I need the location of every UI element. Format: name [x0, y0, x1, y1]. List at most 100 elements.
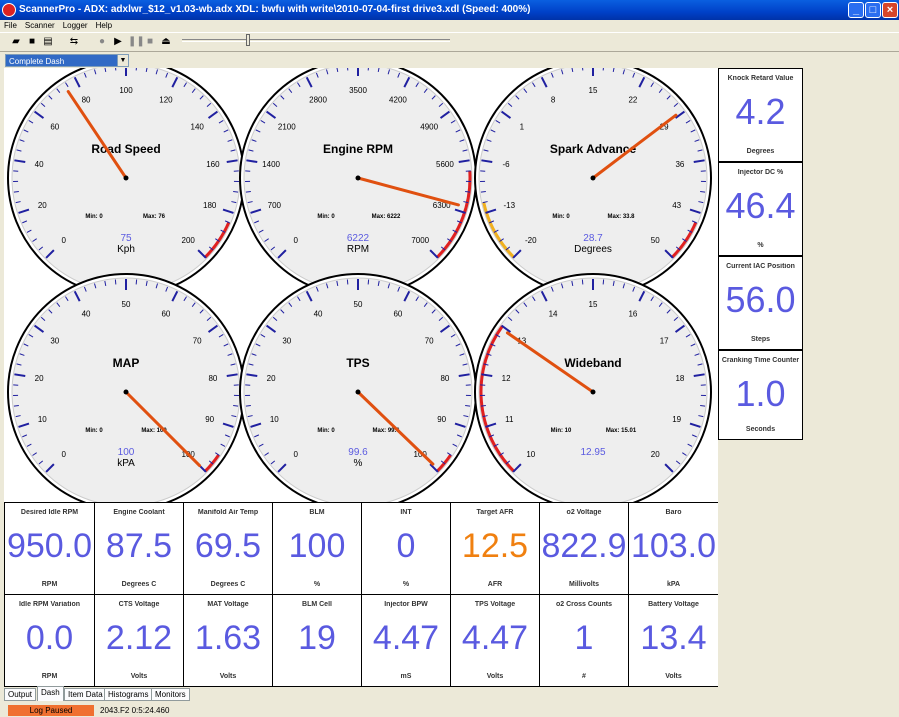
panel-value: 13.4 — [640, 619, 707, 657]
readout-panel: Battery Voltage 13.4 Volts — [628, 594, 719, 687]
panel-value: 46.4 — [725, 185, 796, 226]
panel-value: 0 — [396, 527, 416, 565]
panel-title: Engine Coolant — [113, 509, 165, 516]
panel-title: CTS Voltage — [118, 601, 160, 608]
gauge-tick — [465, 405, 471, 407]
gauge-title: TPS — [346, 356, 369, 370]
panel-title: Current IAC Position — [726, 263, 795, 270]
tab-monitors[interactable]: Monitors — [151, 688, 190, 701]
panel-unit: AFR — [487, 581, 503, 588]
tick-label: 10 — [38, 415, 47, 424]
chevron-down-icon[interactable]: ▼ — [117, 55, 128, 66]
playback-slider-track[interactable] — [182, 39, 450, 42]
readout-panel: Manifold Air Temp 69.5 Degrees C — [183, 502, 273, 595]
needle-hub — [123, 389, 129, 395]
tick-label: 140 — [191, 122, 205, 131]
gauge-max: Max: 6222 — [372, 214, 401, 220]
tick-label: 0 — [62, 236, 67, 245]
tick-label: 160 — [206, 160, 220, 169]
panel-unit: # — [582, 673, 586, 680]
panel-title: Baro — [665, 509, 682, 516]
tick-label: 4200 — [389, 96, 407, 105]
panel-unit: mS — [400, 673, 412, 680]
panel-title: MAT Voltage — [207, 601, 249, 608]
close-button[interactable]: × — [882, 2, 898, 18]
tick-label: 0 — [62, 450, 67, 459]
panel-unit: Degrees C — [121, 581, 157, 588]
panel-title: o2 Voltage — [566, 509, 602, 516]
side-panel-strip: Knock Retard Value 4.2 Degrees Injector DC … — [718, 68, 899, 688]
menu-file[interactable]: File — [0, 20, 21, 32]
panel-unit: Seconds — [745, 426, 776, 433]
dash-selector[interactable]: Complete Dash ▼ — [5, 54, 129, 67]
tick-label: 12 — [502, 374, 511, 383]
stop-icon[interactable]: ■ — [144, 36, 156, 48]
gauge-unit: % — [354, 458, 363, 469]
tab-output[interactable]: Output — [4, 688, 37, 701]
gauge-min: Min: 10 — [551, 428, 572, 434]
panel-value: 1.63 — [194, 619, 262, 657]
open-icon[interactable]: ▰ — [10, 36, 22, 48]
tick-label: 14 — [549, 310, 558, 319]
readout-panel: CTS Voltage 2.12 Volts — [94, 594, 184, 687]
tick-label: 5600 — [436, 160, 454, 169]
panel-unit: RPM — [41, 673, 58, 680]
tick-label: 90 — [437, 415, 446, 424]
panel-value: 87.5 — [105, 527, 173, 565]
tab-item-data[interactable]: Item Data — [64, 688, 107, 701]
panel-unit: Millivolts — [569, 581, 599, 588]
panel-value: 2.12 — [105, 619, 173, 657]
tick-label: 700 — [268, 201, 282, 210]
dash-selector-value: Complete Dash — [9, 57, 65, 66]
maximize-button[interactable]: □ — [865, 2, 881, 18]
panel-unit: Volts — [486, 673, 504, 680]
panel-title: Manifold Air Temp — [197, 509, 259, 516]
panel-unit: Volts — [130, 673, 148, 680]
export-icon[interactable]: ▤ — [42, 36, 54, 48]
tab-dash[interactable]: Dash — [37, 686, 64, 701]
readout-panel: Idle RPM Variation 0.0 RPM — [4, 594, 95, 687]
panel-title: Idle RPM Variation — [18, 601, 81, 608]
readout-panel: TPS Voltage 4.47 Volts — [450, 594, 540, 687]
menu-scanner[interactable]: Scanner — [21, 20, 59, 32]
menu-help[interactable]: Help — [92, 20, 116, 32]
gauge-unit: RPM — [347, 244, 369, 255]
gauge-value: 12.95 — [580, 447, 605, 458]
panel-title: Battery Voltage — [648, 601, 699, 608]
minimize-button[interactable]: _ — [848, 2, 864, 18]
gauge-tick — [245, 191, 251, 193]
pause-icon[interactable]: ❚❚ — [128, 36, 145, 48]
tick-label: 10 — [526, 450, 535, 459]
tab-histograms[interactable]: Histograms — [104, 688, 153, 701]
play-icon[interactable]: ▶ — [112, 36, 124, 48]
title-bar[interactable]: ScannerPro - ADX: adxlwr_$12_v1.03-wb.ad… — [0, 0, 899, 20]
panel-value: 0.0 — [25, 619, 74, 657]
panel-unit: kPA — [666, 581, 681, 588]
gauge-tick — [480, 405, 486, 407]
eject-icon[interactable]: ⏏ — [160, 36, 172, 48]
gauge-min: Min: 0 — [85, 214, 103, 220]
tick-label: -6 — [503, 160, 511, 169]
gauge-title: Engine RPM — [323, 142, 393, 156]
panel-value: 4.47 — [461, 619, 529, 657]
connect-icon[interactable]: ⇆ — [68, 36, 80, 48]
gauge-max: Max: 15.01 — [606, 428, 637, 434]
gauge-max: Max: 76 — [143, 214, 166, 220]
tick-label: 100 — [119, 86, 133, 95]
tick-label: 10 — [270, 415, 279, 424]
tick-label: 1400 — [262, 160, 280, 169]
gauge-min: Min: 0 — [317, 428, 335, 434]
gauge-min: Min: 0 — [317, 214, 335, 220]
tick-label: 0 — [294, 450, 299, 459]
needle-hub — [355, 175, 361, 181]
dash-area: 0 20 40 60 80 100 120 140 160 180 200 Road Speed Min… — [4, 68, 719, 687]
panel-value: 12.5 — [461, 527, 529, 565]
save-icon[interactable]: ■ — [26, 36, 38, 48]
tick-label: 20 — [35, 374, 44, 383]
tick-label: 4900 — [420, 122, 438, 131]
record-icon[interactable]: ● — [96, 36, 108, 48]
tick-label: 80 — [440, 374, 449, 383]
playback-slider-thumb[interactable] — [246, 34, 250, 46]
tick-label: 22 — [628, 96, 637, 105]
menu-logger[interactable]: Logger — [59, 20, 92, 32]
